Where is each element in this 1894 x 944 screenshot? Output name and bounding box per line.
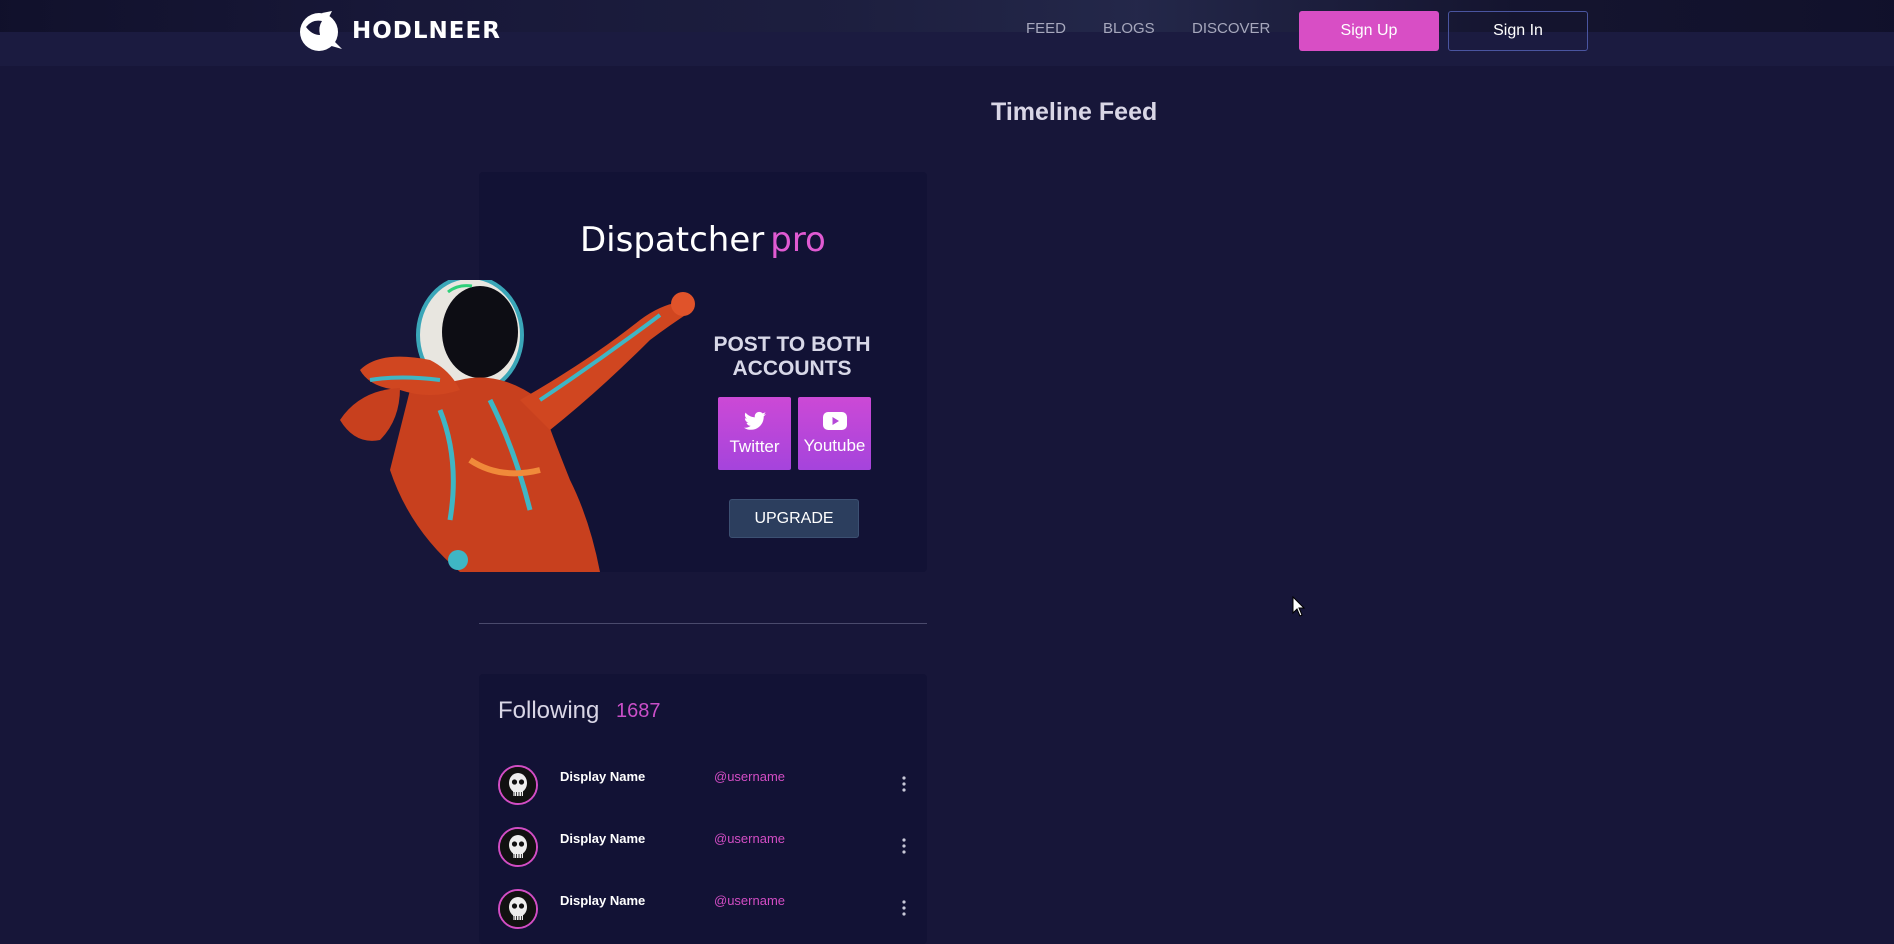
following-list-item[interactable]: Display Name @username: [498, 889, 914, 933]
username[interactable]: @username: [714, 769, 785, 784]
top-navbar: HODLNEER FEED BLOGS DISCOVER Sign Up Sig…: [0, 0, 1894, 66]
dispatcher-title-main: Dispatcher: [580, 220, 765, 260]
section-divider: [479, 623, 927, 624]
twitter-bird-icon: [743, 411, 766, 430]
twitter-button[interactable]: Twitter: [718, 397, 791, 470]
twitter-label: Twitter: [729, 436, 780, 456]
username[interactable]: @username: [714, 893, 785, 908]
avatar[interactable]: [498, 765, 538, 805]
following-heading: Following: [498, 697, 600, 724]
header-banner-strip: [0, 0, 1894, 32]
display-name[interactable]: Display Name: [560, 893, 645, 908]
avatar[interactable]: [498, 889, 538, 929]
following-list-item[interactable]: Display Name @username: [498, 765, 914, 809]
vertical-dots-icon[interactable]: [900, 775, 908, 793]
skull-avatar-icon: [500, 891, 536, 927]
post-both-line-2: ACCOUNTS: [732, 357, 852, 380]
post-to-both-accounts-text: POST TO BOTH ACCOUNTS: [700, 333, 884, 381]
timeline-feed-heading: Timeline Feed: [991, 98, 1158, 126]
post-both-line-1: POST TO BOTH: [713, 333, 871, 356]
nav-blogs[interactable]: BLOGS: [1103, 20, 1155, 37]
upgrade-button[interactable]: UPGRADE: [729, 499, 859, 538]
brand-name: HODLNEER: [352, 18, 501, 44]
brand-logo[interactable]: HODLNEER: [298, 9, 501, 53]
nav-feed[interactable]: FEED: [1026, 20, 1066, 37]
nav-discover[interactable]: DISCOVER: [1192, 20, 1270, 37]
vertical-dots-icon[interactable]: [900, 899, 908, 917]
dispatcher-title-pro: pro: [770, 220, 826, 260]
mouse-cursor-icon: [1292, 596, 1306, 617]
dispatcher-title: Dispatcher pro: [580, 220, 826, 260]
avatar[interactable]: [498, 827, 538, 867]
sign-in-button[interactable]: Sign In: [1448, 11, 1588, 51]
display-name[interactable]: Display Name: [560, 769, 645, 784]
skull-avatar-icon: [500, 767, 536, 803]
following-count: 1687: [616, 700, 661, 722]
skull-avatar-icon: [500, 829, 536, 865]
vertical-dots-icon[interactable]: [900, 837, 908, 855]
username[interactable]: @username: [714, 831, 785, 846]
astronaut-dab-illustration: [340, 280, 695, 572]
following-list-item[interactable]: Display Name @username: [498, 827, 914, 871]
youtube-play-icon: [822, 411, 847, 430]
youtube-label: Youtube: [803, 435, 866, 455]
astronaut-helmet-icon: [300, 11, 342, 51]
sign-up-button[interactable]: Sign Up: [1299, 11, 1439, 51]
display-name[interactable]: Display Name: [560, 831, 645, 846]
youtube-button[interactable]: Youtube: [798, 397, 871, 470]
